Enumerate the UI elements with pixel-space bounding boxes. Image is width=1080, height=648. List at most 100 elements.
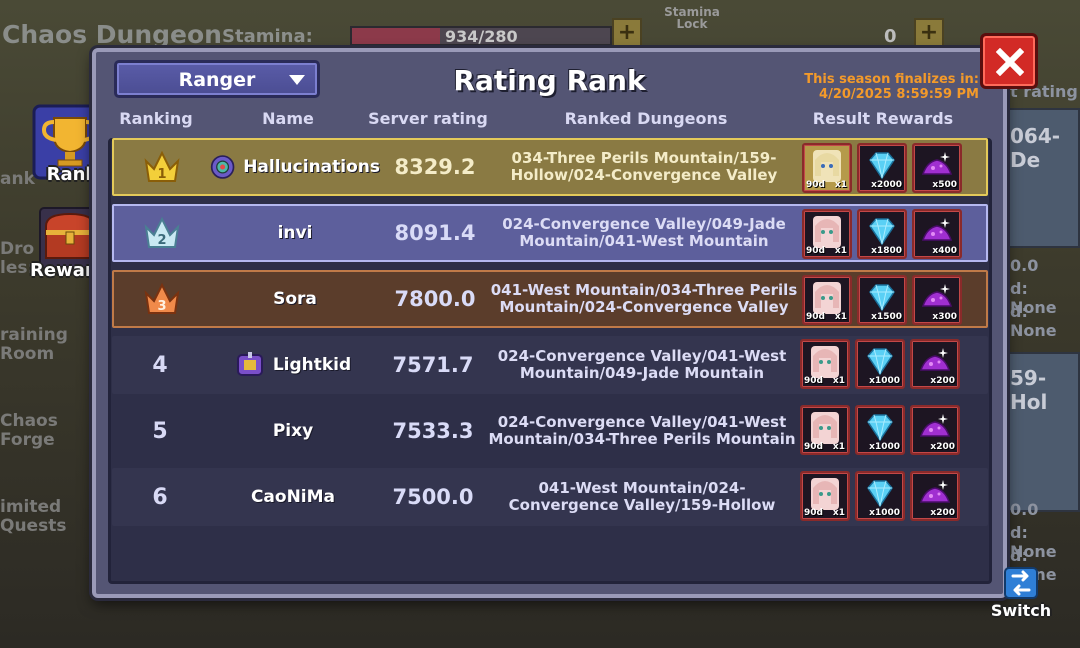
player-name[interactable]: CaoNiMa: [251, 487, 335, 507]
table-row[interactable]: 6 CaoNiMa 7500.0 041-West Mountain/024-C…: [112, 468, 988, 526]
rank-number: 6: [152, 484, 168, 510]
purple-ore-reward[interactable]: x300: [912, 275, 962, 325]
bg-label: d: None: [1010, 302, 1057, 340]
rating-cell: 7800.0: [380, 272, 490, 326]
costume-reward[interactable]: 90d x1: [800, 471, 850, 521]
bg-label: Quests: [0, 516, 67, 536]
reward-quantity: x200: [930, 442, 955, 452]
reward-quantity: x1: [834, 180, 847, 190]
ranked-dungeons: 041-West Mountain/034-Three Perils Mount…: [490, 281, 798, 316]
table-row[interactable]: 1 Hallucinations 8329.2 034-Three Perils…: [112, 138, 988, 196]
costume-reward[interactable]: 90d x1: [800, 339, 850, 389]
diamond-icon: [869, 152, 895, 180]
rank-cell: 4: [112, 336, 208, 394]
bg-label: Room: [0, 344, 55, 364]
character-portrait-icon: [811, 478, 839, 510]
reward-duration: 90d: [806, 180, 825, 190]
reward-quantity: x1: [834, 312, 847, 322]
bg-label: 59-Hol: [1010, 366, 1048, 414]
ranked-dungeons: 024-Convergence Valley/041-West Mountain…: [488, 413, 796, 448]
table-row[interactable]: 3 Sora 7800.0 041-West Mountain/034-Thre…: [112, 270, 988, 328]
purple-ore-reward[interactable]: x200: [910, 471, 960, 521]
season-countdown: This season finalizes in: 4/20/2025 8:59…: [804, 72, 979, 102]
dungeon-title: Chaos Dungeon: [2, 20, 222, 49]
bg-label: 064-De: [1010, 124, 1061, 172]
ranked-dungeons: 024-Convergence Valley/041-West Mountain…: [497, 347, 787, 382]
name-cell: invi: [210, 206, 380, 260]
reward-quantity: x2000: [871, 180, 902, 190]
bg-label: 0.0: [1010, 256, 1039, 275]
diamond-reward[interactable]: x1500: [857, 275, 907, 325]
table-row[interactable]: 5 Pixy 7533.3 024-Convergence Valley/041…: [112, 402, 988, 460]
rating-cell: 8091.4: [380, 206, 490, 260]
reward-quantity: x400: [932, 246, 957, 256]
player-name[interactable]: Hallucinations: [243, 157, 380, 177]
purple-ore-reward[interactable]: x200: [910, 339, 960, 389]
reward-list: 90d x1 x1000 x200: [800, 405, 960, 455]
guild-emblem-icon: [236, 352, 263, 376]
reward-list: 90d x1 x1500 x300: [802, 275, 962, 325]
reward-quantity: x1000: [869, 442, 900, 452]
costume-reward[interactable]: 90d x1: [802, 275, 852, 325]
purple-ore-icon: [919, 480, 951, 503]
close-button[interactable]: [980, 33, 1038, 89]
ranked-dungeons: 041-West Mountain/024-Convergence Valley…: [508, 479, 776, 514]
server-rating: 8091.4: [394, 221, 476, 245]
bg-label: raining: [0, 325, 68, 345]
rating-cell: 7500.0: [378, 468, 488, 526]
server-rating: 7533.3: [392, 419, 474, 443]
rank-cell: 3: [114, 272, 210, 326]
table-row[interactable]: 4 Lightkid 7571.7 024-Convergence Valley…: [112, 336, 988, 394]
diamond-reward[interactable]: x2000: [857, 143, 907, 193]
server-rating: 7800.0: [394, 287, 476, 311]
stamina-lock-label: Stamina Lock: [664, 5, 720, 31]
server-rating: 7571.7: [392, 353, 474, 377]
reward-list: 90d x1 x2000 x500: [802, 143, 962, 193]
diamond-reward[interactable]: x1000: [855, 405, 905, 455]
player-name[interactable]: Pixy: [273, 421, 313, 441]
diamond-reward[interactable]: x1000: [855, 471, 905, 521]
diamond-icon: [869, 218, 895, 246]
character-portrait-icon: [813, 282, 841, 314]
switch-button[interactable]: Switch: [990, 564, 1052, 624]
stamina-bar-fill: [352, 28, 440, 44]
stamina-value: 934/280: [445, 27, 518, 46]
add-stamina-button[interactable]: +: [612, 18, 642, 48]
ranked-dungeons: 034-Three Perils Mountain/159-Hollow/024…: [510, 149, 778, 184]
purple-ore-reward[interactable]: x200: [910, 405, 960, 455]
purple-ore-reward[interactable]: x500: [912, 143, 962, 193]
reward-list: 90d x1 x1000 x200: [800, 471, 960, 521]
costume-reward[interactable]: 90d x1: [802, 209, 852, 259]
costume-reward[interactable]: 90d x1: [800, 405, 850, 455]
name-cell: Pixy: [208, 402, 378, 460]
reward-quantity: x1500: [871, 312, 902, 322]
add-counter-button[interactable]: +: [914, 18, 944, 48]
reward-quantity: x200: [930, 376, 955, 386]
purple-ore-reward[interactable]: x400: [912, 209, 962, 259]
player-name[interactable]: Lightkid: [273, 355, 351, 375]
name-cell: Sora: [210, 272, 380, 326]
dungeons-cell: 041-West Mountain/034-Three Perils Mount…: [484, 272, 804, 326]
diamond-reward[interactable]: x1000: [855, 339, 905, 389]
stamina-label: Stamina:: [222, 26, 313, 47]
reward-duration: 90d: [804, 508, 823, 518]
rating-cell: 8329.2: [380, 140, 490, 194]
player-name[interactable]: invi: [278, 223, 313, 243]
character-portrait-icon: [813, 216, 841, 248]
reward-duration: 90d: [804, 442, 823, 452]
rank-number: 2: [157, 233, 166, 248]
rank-cell: 5: [112, 402, 208, 460]
table-row[interactable]: 2 invi 8091.4 024-Convergence Valley/049…: [112, 204, 988, 262]
diamond-reward[interactable]: x1800: [857, 209, 907, 259]
rank-number: 5: [152, 418, 168, 444]
header-ranked-dungeons: Ranked Dungeons: [564, 109, 728, 128]
silver-crown-icon: 2: [144, 216, 180, 248]
player-name[interactable]: Sora: [273, 289, 317, 309]
rank-cell: 2: [114, 206, 210, 260]
header-name: Name: [262, 109, 314, 128]
costume-reward[interactable]: 90d x1: [802, 143, 852, 193]
bg-label: imited: [0, 497, 62, 517]
dungeons-cell: 024-Convergence Valley/041-West Mountain…: [482, 402, 802, 460]
diamond-icon: [867, 480, 893, 508]
character-portrait-icon: [811, 412, 839, 444]
